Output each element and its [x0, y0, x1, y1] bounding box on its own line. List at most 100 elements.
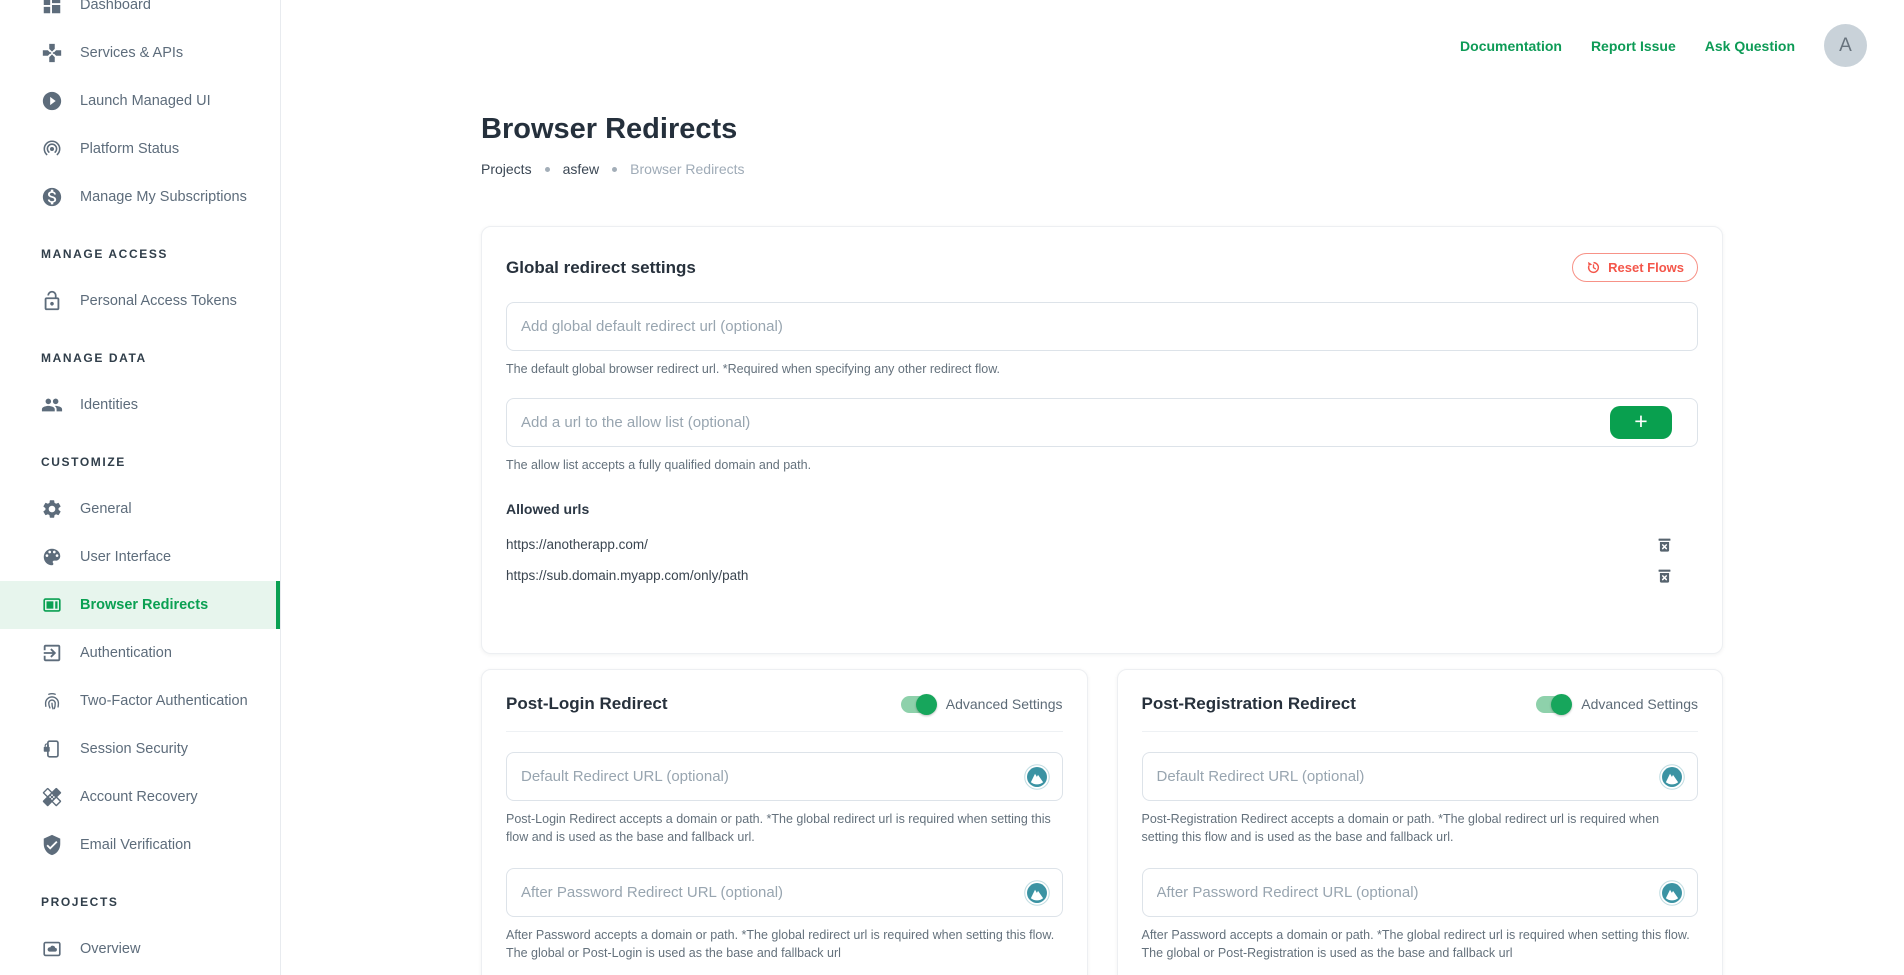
- breadcrumb: Projects asfew Browser Redirects: [481, 161, 1723, 177]
- sidebar-item-two-factor-authentication[interactable]: Two-Factor Authentication: [0, 677, 280, 725]
- post-login-redirect-card: Post-Login Redirect Advanced Settings: [481, 669, 1088, 975]
- global-card-title: Global redirect settings: [506, 258, 696, 278]
- shield-check-icon: [41, 834, 63, 856]
- sidebar-section-manage-access: MANAGE ACCESS: [0, 231, 280, 277]
- sidebar-item-label: Overview: [80, 941, 140, 957]
- sidebar-item-user-interface[interactable]: User Interface: [0, 533, 280, 581]
- post-registration-after-password-help: After Password accepts a domain or path.…: [1142, 926, 1699, 962]
- post-registration-default-url-input[interactable]: [1142, 752, 1699, 801]
- sidebar-item-manage-subscriptions[interactable]: Manage My Subscriptions: [0, 173, 280, 221]
- reset-history-icon: [1586, 260, 1601, 275]
- services-apis-icon: [41, 42, 63, 64]
- redirect-app-logo-icon: [1659, 880, 1685, 906]
- login-arrow-icon: [41, 642, 63, 664]
- advanced-settings-toggle[interactable]: [901, 696, 935, 713]
- app-window: Dashboard Services & APIs Launch Managed…: [0, 0, 1904, 975]
- post-login-after-password-input[interactable]: [506, 868, 1063, 917]
- sidebar-item-account-recovery[interactable]: Account Recovery: [0, 773, 280, 821]
- breadcrumb-separator: [612, 167, 617, 172]
- advanced-settings-label: Advanced Settings: [1581, 696, 1698, 712]
- people-icon: [41, 394, 63, 416]
- sidebar-item-session-security[interactable]: Session Security: [0, 725, 280, 773]
- avatar[interactable]: A: [1824, 24, 1867, 67]
- post-registration-default-url-help: Post-Registration Redirect accepts a dom…: [1142, 810, 1699, 846]
- cloud-box-icon: [41, 938, 63, 960]
- trash-icon: [1655, 534, 1674, 555]
- global-default-url-help: The default global browser redirect url.…: [506, 360, 1698, 378]
- palette-icon: [41, 546, 63, 568]
- sidebar-item-label: User Interface: [80, 549, 171, 565]
- divider: [506, 731, 1063, 732]
- advanced-settings-label: Advanced Settings: [946, 696, 1063, 712]
- page-title: Browser Redirects: [481, 113, 1723, 146]
- allow-list-input[interactable]: [506, 398, 1698, 447]
- allowed-url-row: https://anotherapp.com/: [506, 529, 1698, 560]
- post-login-title: Post-Login Redirect: [506, 694, 668, 714]
- sidebar-item-label: Email Verification: [80, 837, 191, 853]
- sidebar-item-browser-redirects[interactable]: Browser Redirects: [0, 581, 280, 629]
- post-login-default-url-field: [506, 752, 1063, 801]
- allowed-urls-title: Allowed urls: [506, 501, 1698, 517]
- delete-url-button[interactable]: [1655, 534, 1674, 555]
- sidebar-item-general[interactable]: General: [0, 485, 280, 533]
- post-login-default-url-input[interactable]: [506, 752, 1063, 801]
- divider: [1142, 731, 1699, 732]
- post-login-after-password-field: [506, 868, 1063, 917]
- header-actions: Documentation Report Issue Ask Question …: [1460, 24, 1867, 67]
- post-registration-title: Post-Registration Redirect: [1142, 694, 1356, 714]
- play-circle-icon: [41, 90, 63, 112]
- sidebar-item-personal-access-tokens[interactable]: Personal Access Tokens: [0, 277, 280, 325]
- redirect-app-logo-icon: [1024, 880, 1050, 906]
- reset-flows-button[interactable]: Reset Flows: [1572, 253, 1698, 282]
- sidebar-section-customize: CUSTOMIZE: [0, 439, 280, 485]
- sidebar-item-authentication[interactable]: Authentication: [0, 629, 280, 677]
- sidebar-item-overview[interactable]: Overview: [0, 925, 280, 973]
- sidebar-item-email-verification[interactable]: Email Verification: [0, 821, 280, 869]
- sidebar-item-label: Browser Redirects: [80, 597, 208, 613]
- global-default-url-field: [506, 302, 1698, 351]
- bandage-icon: [41, 786, 63, 808]
- sidebar-item-identities[interactable]: Identities: [0, 381, 280, 429]
- post-registration-default-url-field: [1142, 752, 1699, 801]
- sidebar-item-label: Launch Managed UI: [80, 93, 211, 109]
- sidebar: Dashboard Services & APIs Launch Managed…: [0, 0, 281, 975]
- sidebar-item-platform-status[interactable]: Platform Status: [0, 125, 280, 173]
- ask-question-link[interactable]: Ask Question: [1705, 38, 1795, 54]
- gear-icon: [41, 498, 63, 520]
- sidebar-item-launch-managed-ui[interactable]: Launch Managed UI: [0, 77, 280, 125]
- post-registration-advanced-settings: Advanced Settings: [1536, 696, 1698, 713]
- redirect-app-logo-icon: [1024, 764, 1050, 790]
- post-login-after-password-help: After Password accepts a domain or path.…: [506, 926, 1063, 962]
- report-issue-link[interactable]: Report Issue: [1591, 38, 1676, 54]
- sidebar-item-label: Manage My Subscriptions: [80, 189, 247, 205]
- sidebar-item-label: General: [80, 501, 132, 517]
- toggle-knob: [916, 694, 937, 715]
- global-card-header: Global redirect settings Reset Flows: [506, 253, 1698, 282]
- breadcrumb-projects[interactable]: Projects: [481, 161, 532, 177]
- phone-lock-icon: [41, 738, 63, 760]
- add-allow-url-button[interactable]: +: [1610, 406, 1672, 439]
- sidebar-item-label: Account Recovery: [80, 789, 198, 805]
- global-redirect-settings-card: Global redirect settings Reset Flows The…: [481, 226, 1723, 654]
- advanced-settings-toggle[interactable]: [1536, 696, 1570, 713]
- breadcrumb-project-name[interactable]: asfew: [563, 161, 600, 177]
- dollar-circle-icon: [41, 186, 63, 208]
- reset-flows-label: Reset Flows: [1608, 260, 1684, 275]
- breadcrumb-separator: [545, 167, 550, 172]
- sidebar-item-services-apis[interactable]: Services & APIs: [0, 29, 280, 77]
- delete-url-button[interactable]: [1655, 565, 1674, 586]
- trash-icon: [1655, 565, 1674, 586]
- page-content: Browser Redirects Projects asfew Browser…: [281, 0, 1723, 975]
- toggle-knob: [1551, 694, 1572, 715]
- plus-icon: +: [1634, 410, 1647, 433]
- documentation-link[interactable]: Documentation: [1460, 38, 1562, 54]
- post-registration-after-password-input[interactable]: [1142, 868, 1699, 917]
- sidebar-item-label: Authentication: [80, 645, 172, 661]
- sidebar-item-label: Dashboard: [80, 0, 151, 13]
- breadcrumb-current: Browser Redirects: [630, 161, 744, 177]
- sidebar-item-dashboard[interactable]: Dashboard: [0, 0, 280, 29]
- global-default-url-input[interactable]: [506, 302, 1698, 351]
- sidebar-section-projects: PROJECTS: [0, 879, 280, 925]
- main-content: Documentation Report Issue Ask Question …: [281, 0, 1904, 975]
- allowed-urls-list: https://anotherapp.com/ https://sub.doma…: [506, 529, 1698, 591]
